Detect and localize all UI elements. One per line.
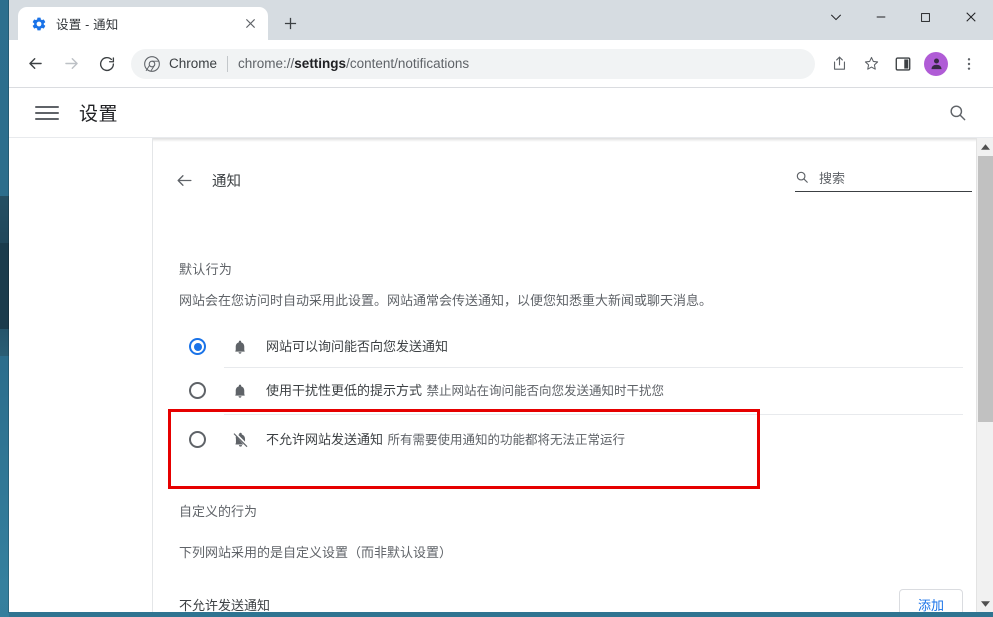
card-top-shadow xyxy=(153,138,993,142)
url-suffix: /content/notifications xyxy=(346,56,470,71)
omnibox-separator xyxy=(227,55,229,72)
default-behavior-title: 默认行为 xyxy=(179,262,233,277)
maximize-button[interactable] xyxy=(903,0,948,34)
chrome-logo-icon xyxy=(144,55,160,72)
radio-option-sites-can-ask[interactable]: 网站可以询问能否向您发送通知 xyxy=(179,327,963,367)
tab-search-button[interactable] xyxy=(813,0,858,34)
radio-option-label: 不允许网站发送通知 xyxy=(266,431,384,447)
more-menu-icon[interactable] xyxy=(955,50,983,78)
bookmark-star-icon[interactable] xyxy=(857,50,885,78)
not-allowed-label: 不允许发送通知 xyxy=(179,598,271,612)
notification-radio-group: 网站可以询问能否向您发送通知 使用干扰性更低的提示方式 禁止网站在询问能否向您发… xyxy=(168,327,963,489)
bell-icon xyxy=(230,337,250,357)
settings-header: 设置 xyxy=(9,88,993,138)
add-button[interactable]: 添加 xyxy=(899,588,963,612)
side-panel-icon[interactable] xyxy=(889,50,917,78)
radio-option-sublabel: 禁止网站在询问能否向您发送通知时干扰您 xyxy=(426,383,664,398)
settings-page-body: 通知 搜索 默认行为 网站会在您访问时自动采用此设置。网站通常会传送通知，以便您… xyxy=(9,138,993,612)
bell-off-icon xyxy=(230,430,250,450)
profile-avatar[interactable] xyxy=(924,51,948,76)
address-bar[interactable]: Chrome chrome://settings/content/notific… xyxy=(131,48,815,79)
radio-option-sublabel: 所有需要使用通知的功能都将无法正常运行 xyxy=(387,432,625,447)
custom-behavior-title: 自定义的行为 xyxy=(179,503,258,519)
default-behavior-section: 默认行为 网站会在您访问时自动采用此设置。网站通常会传送通知，以便您知悉重大新闻… xyxy=(153,259,993,489)
gear-icon xyxy=(31,16,47,32)
radio-button-selected[interactable] xyxy=(189,338,206,356)
radio-option-texts: 网站可以询问能否向您发送通知 xyxy=(266,337,448,357)
browser-toolbar: Chrome chrome://settings/content/notific… xyxy=(9,40,993,88)
page-title: 设置 xyxy=(79,104,119,125)
not-allowed-row: 不允许发送通知 添加 xyxy=(179,588,963,612)
forward-arrow-icon[interactable] xyxy=(55,48,87,80)
radio-option-texts: 使用干扰性更低的提示方式 禁止网站在询问能否向您发送通知时干扰您 xyxy=(266,381,664,401)
tab-strip: 设置 - 通知 xyxy=(9,0,993,40)
custom-behavior-description: 下列网站采用的是自定义设置（而非默认设置） xyxy=(179,544,453,560)
custom-behavior-section: 自定义的行为 下列网站采用的是自定义设置（而非默认设置） 不允许发送通知 添加 xyxy=(153,501,993,612)
radio-option-label: 网站可以询问能否向您发送通知 xyxy=(266,339,449,355)
menu-icon[interactable] xyxy=(35,101,59,125)
minimize-button[interactable] xyxy=(858,0,903,34)
radio-button[interactable] xyxy=(189,382,206,400)
header-search-icon[interactable] xyxy=(943,99,971,127)
omnibox-url: chrome://settings/content/notifications xyxy=(238,56,469,71)
search-input[interactable]: 搜索 xyxy=(795,164,972,192)
settings-left-gutter xyxy=(9,138,153,612)
new-tab-button[interactable] xyxy=(276,9,304,37)
default-behavior-description: 网站会在您访问时自动采用此设置。网站通常会传送通知，以便您知悉重大新闻或聊天消息… xyxy=(179,293,713,308)
tab-title: 设置 - 通知 xyxy=(56,18,119,32)
notifications-title: 通知 xyxy=(212,173,241,190)
desktop-bottom-strip xyxy=(9,612,993,617)
search-placeholder: 搜索 xyxy=(819,171,846,186)
search-icon xyxy=(795,170,811,186)
notifications-content-card: 通知 搜索 默认行为 网站会在您访问时自动采用此设置。网站通常会传送通知，以便您… xyxy=(153,138,993,612)
back-arrow-icon[interactable] xyxy=(19,48,51,80)
radio-option-label: 使用干扰性更低的提示方式 xyxy=(266,382,423,398)
radio-option-texts: 不允许网站发送通知 所有需要使用通知的功能都将无法正常运行 xyxy=(266,430,625,450)
vertical-scrollbar[interactable] xyxy=(976,138,993,612)
scroll-down-arrow-icon[interactable] xyxy=(977,595,993,612)
close-window-button[interactable] xyxy=(948,0,993,34)
share-icon[interactable] xyxy=(825,50,853,78)
desktop-background-band-dark xyxy=(0,243,9,329)
close-icon[interactable] xyxy=(240,14,260,34)
scroll-up-arrow-icon[interactable] xyxy=(977,138,993,155)
radio-option-use-quieter-messaging[interactable]: 使用干扰性更低的提示方式 禁止网站在询问能否向您发送通知时干扰您 xyxy=(179,368,963,414)
radio-option-dont-allow-notifications[interactable]: 不允许网站发送通知 所有需要使用通知的功能都将无法正常运行 xyxy=(168,408,963,489)
url-bold-segment: settings xyxy=(294,56,347,71)
radio-button[interactable] xyxy=(189,431,206,449)
back-arrow-icon[interactable] xyxy=(167,163,201,197)
reload-icon[interactable] xyxy=(91,48,123,80)
browser-tab[interactable]: 设置 - 通知 xyxy=(18,7,268,40)
browser-window: 设置 - 通知 Chrome chrome://settings/content… xyxy=(9,0,993,612)
url-prefix: chrome:// xyxy=(238,56,295,71)
notifications-sub-header: 通知 搜索 xyxy=(153,152,993,197)
scrollbar-thumb[interactable] xyxy=(978,156,993,422)
omnibox-scheme-label: Chrome xyxy=(169,56,218,71)
option-divider xyxy=(224,413,963,415)
window-controls xyxy=(813,0,993,34)
bell-icon xyxy=(230,381,250,401)
